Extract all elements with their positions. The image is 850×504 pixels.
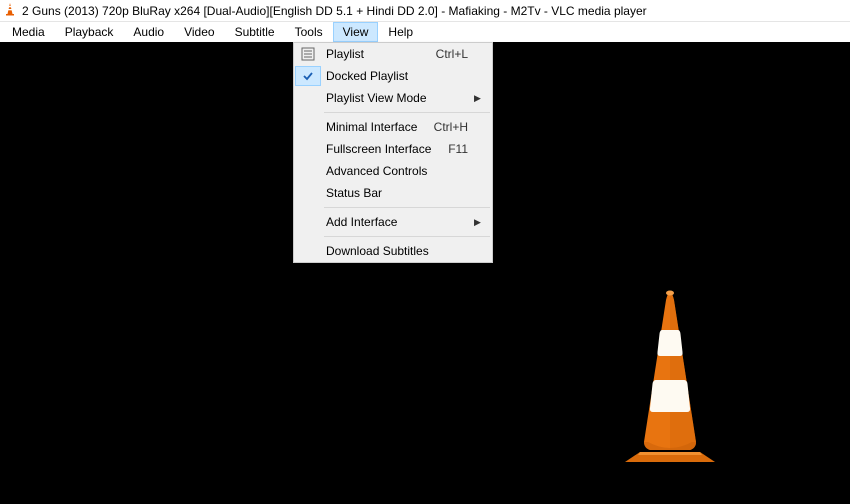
check-icon [295, 66, 321, 86]
dropdown-label: Playlist View Mode [322, 91, 468, 105]
menu-playback[interactable]: Playback [55, 22, 124, 42]
view-dropdown: Playlist Ctrl+L Docked Playlist Playlist… [293, 42, 493, 263]
playlist-icon [294, 43, 322, 65]
menu-view[interactable]: View [333, 22, 379, 42]
dropdown-item-advanced-controls[interactable]: Advanced Controls [294, 160, 492, 182]
dropdown-accel: Ctrl+H [434, 120, 474, 134]
dropdown-accel: Ctrl+L [436, 47, 474, 61]
dropdown-label: Minimal Interface [322, 120, 434, 134]
dropdown-separator [324, 207, 490, 208]
dropdown-label: Status Bar [322, 186, 468, 200]
vlc-cone-icon [4, 2, 16, 19]
dropdown-item-download-subtitles[interactable]: Download Subtitles [294, 240, 492, 262]
dropdown-separator [324, 236, 490, 237]
dropdown-item-minimal-interface[interactable]: Minimal Interface Ctrl+H [294, 116, 492, 138]
menu-video[interactable]: Video [174, 22, 224, 42]
dropdown-item-status-bar[interactable]: Status Bar [294, 182, 492, 204]
dropdown-item-add-interface[interactable]: Add Interface ▶ [294, 211, 492, 233]
dropdown-accel: F11 [448, 142, 474, 156]
dropdown-separator [324, 112, 490, 113]
menu-audio[interactable]: Audio [123, 22, 174, 42]
dropdown-label: Fullscreen Interface [322, 142, 448, 156]
dropdown-item-playlist[interactable]: Playlist Ctrl+L [294, 43, 492, 65]
menu-help[interactable]: Help [378, 22, 423, 42]
dropdown-label: Advanced Controls [322, 164, 468, 178]
dropdown-label: Add Interface [322, 215, 468, 229]
dropdown-item-fullscreen-interface[interactable]: Fullscreen Interface F11 [294, 138, 492, 160]
dropdown-item-docked-playlist[interactable]: Docked Playlist [294, 65, 492, 87]
window-title: 2 Guns (2013) 720p BluRay x264 [Dual-Aud… [22, 4, 647, 18]
menu-subtitle[interactable]: Subtitle [225, 22, 285, 42]
vlc-cone-logo [590, 282, 750, 475]
menu-tools[interactable]: Tools [285, 22, 333, 42]
dropdown-label: Playlist [322, 47, 436, 61]
chevron-right-icon: ▶ [474, 93, 484, 104]
menu-media[interactable]: Media [2, 22, 55, 42]
menubar: Media Playback Audio Video Subtitle Tool… [0, 22, 850, 42]
dropdown-label: Download Subtitles [322, 244, 468, 258]
titlebar: 2 Guns (2013) 720p BluRay x264 [Dual-Aud… [0, 0, 850, 22]
dropdown-label: Docked Playlist [322, 69, 468, 83]
chevron-right-icon: ▶ [474, 217, 484, 228]
dropdown-item-playlist-view-mode[interactable]: Playlist View Mode ▶ [294, 87, 492, 109]
